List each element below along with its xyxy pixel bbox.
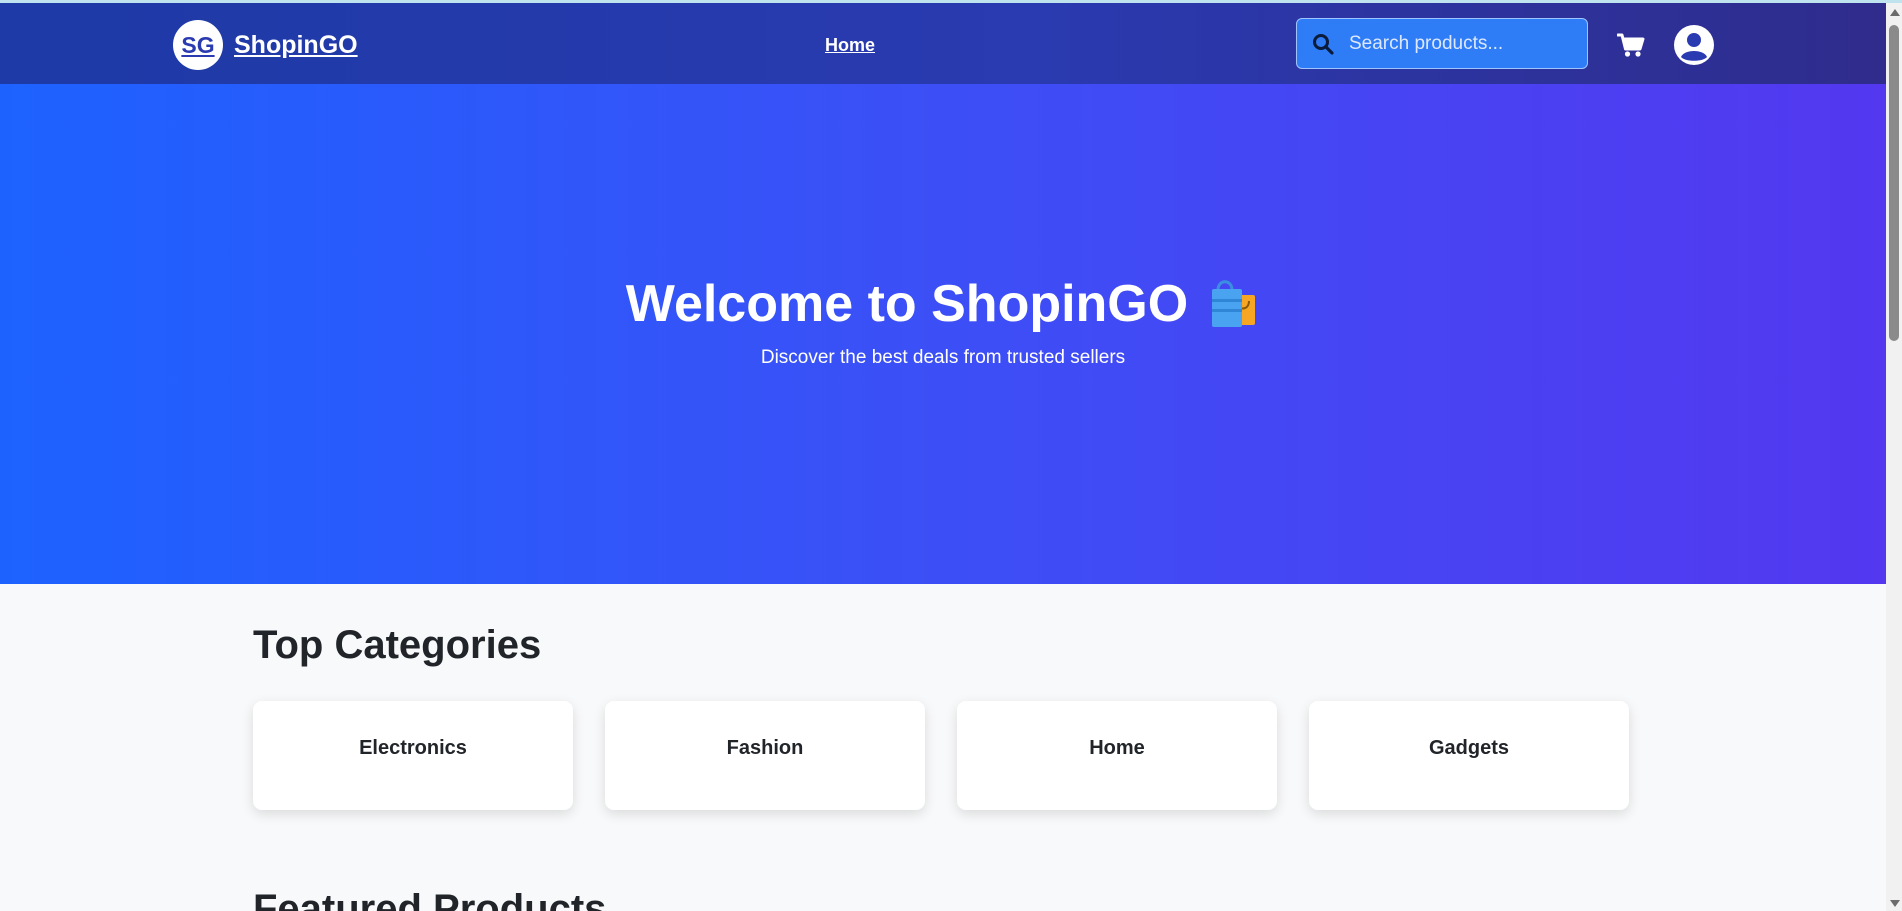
search-icon [1313, 33, 1334, 55]
category-label: Fashion [726, 737, 804, 759]
scroll-up-arrow-icon[interactable] [1890, 9, 1900, 16]
shopping-bags-icon [1212, 280, 1256, 327]
navbar: SG ShopinGO Home [0, 3, 1886, 84]
user-circle-icon[interactable] [1673, 24, 1715, 66]
category-card-electronics[interactable]: Electronics [253, 701, 573, 810]
nav-home-link[interactable]: Home [825, 35, 875, 56]
scroll-down-arrow-icon[interactable] [1890, 900, 1900, 907]
brand-name: ShopinGO [234, 30, 358, 59]
featured-products-heading: Featured Products [253, 887, 607, 911]
page: SG ShopinGO Home Welcome to ShopinGO [0, 3, 1886, 911]
vertical-scrollbar[interactable] [1886, 3, 1902, 911]
search-input[interactable] [1347, 31, 1571, 56]
hero-subtitle: Discover the best deals from trusted sel… [760, 347, 1126, 368]
category-card-fashion[interactable]: Fashion [605, 701, 925, 810]
category-label: Gadgets [1428, 737, 1510, 759]
category-label: Electronics [359, 737, 467, 759]
brand-logo: SG [173, 20, 223, 70]
category-label: Home [1089, 737, 1145, 759]
search-box[interactable] [1296, 18, 1588, 69]
cart-icon[interactable] [1617, 32, 1645, 58]
top-categories-heading: Top Categories [253, 623, 542, 667]
scrollbar-thumb[interactable] [1889, 25, 1899, 341]
category-card-gadgets[interactable]: Gadgets [1309, 701, 1629, 810]
hero-title: Welcome to ShopinGO [0, 274, 1886, 334]
brand-link[interactable]: SG ShopinGO [173, 20, 358, 70]
hero-title-text: Welcome to ShopinGO [625, 275, 1189, 333]
category-card-home[interactable]: Home [957, 701, 1277, 810]
hero-banner: Welcome to ShopinGO Discover the best de… [0, 84, 1886, 584]
